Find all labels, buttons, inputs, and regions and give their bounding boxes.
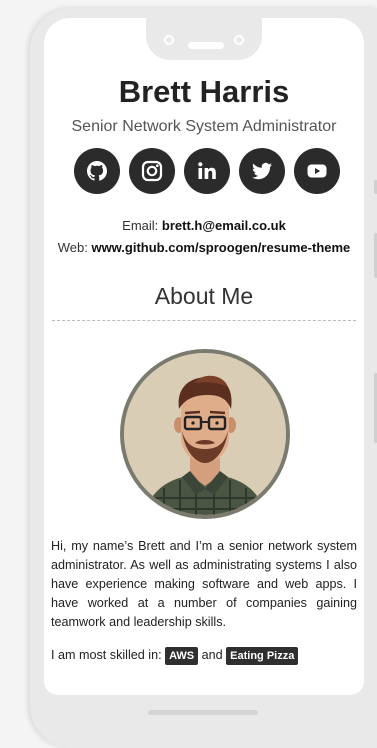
skill-tag: AWS bbox=[165, 647, 199, 665]
sensor-icon bbox=[234, 35, 244, 45]
section-divider bbox=[52, 320, 356, 321]
phone-notch bbox=[146, 18, 262, 60]
home-indicator bbox=[148, 710, 258, 715]
contact-web: Web: www.github.com/sproogen/resume-them… bbox=[44, 240, 364, 255]
section-heading-about: About Me bbox=[154, 283, 254, 309]
youtube-icon bbox=[307, 164, 327, 178]
twitter-link[interactable] bbox=[239, 148, 285, 194]
speaker-grille bbox=[188, 42, 224, 49]
social-links bbox=[74, 148, 340, 194]
github-link[interactable] bbox=[74, 148, 120, 194]
skills-joiner: and bbox=[201, 648, 223, 662]
instagram-link[interactable] bbox=[129, 148, 175, 194]
profile-name: Brett Harris bbox=[118, 74, 290, 109]
github-icon bbox=[87, 161, 108, 181]
about-bio: Hi, my name’s Brett and I’m a senior net… bbox=[51, 539, 357, 629]
web-link[interactable]: www.github.com/sproogen/resume-theme bbox=[91, 240, 350, 255]
youtube-link[interactable] bbox=[294, 148, 340, 194]
email-label: Email: bbox=[122, 218, 159, 233]
instagram-icon bbox=[141, 160, 163, 182]
web-label: Web: bbox=[57, 240, 88, 255]
email-link[interactable]: brett.h@email.co.uk bbox=[162, 218, 286, 233]
twitter-icon bbox=[252, 162, 272, 180]
contact-email: Email: brett.h@email.co.uk bbox=[44, 218, 364, 233]
profile-title: Senior Network System Administrator bbox=[71, 118, 337, 135]
camera-icon bbox=[164, 35, 174, 45]
linkedin-link[interactable] bbox=[184, 148, 230, 194]
skills-prefix: I am most skilled in: bbox=[51, 648, 162, 662]
skills-line: I am most skilled in: AWS and Eating Piz… bbox=[51, 647, 357, 665]
avatar bbox=[124, 353, 286, 515]
skill-tag: Eating Pizza bbox=[226, 647, 299, 665]
avatar-illustration bbox=[124, 353, 286, 515]
linkedin-icon bbox=[198, 162, 216, 179]
